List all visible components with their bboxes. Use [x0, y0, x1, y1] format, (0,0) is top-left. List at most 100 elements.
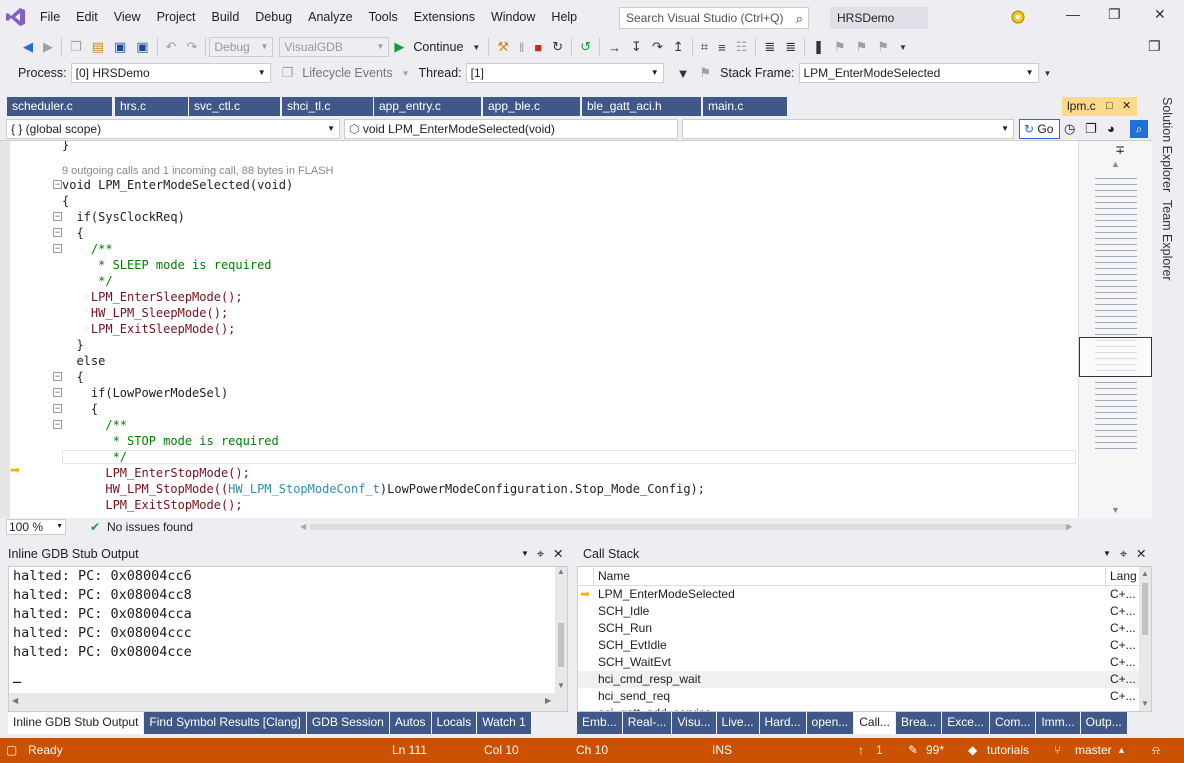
- scroll-right-icon[interactable]: ▶: [545, 696, 551, 705]
- close-icon[interactable]: ✕: [553, 544, 563, 564]
- indent-icon[interactable]: ≣: [759, 39, 780, 55]
- close-window-button[interactable]: ✕: [1154, 6, 1166, 23]
- vertical-scrollbar[interactable]: ▲ ▼: [1139, 567, 1151, 711]
- code-lens[interactable]: 9 outgoing calls and 1 incoming call, 88…: [62, 164, 334, 178]
- horizontal-scrollbar[interactable]: [310, 524, 1070, 530]
- stack-frame-dropdown[interactable]: LPM_EnterModeSelected ▼: [798, 63, 1039, 83]
- minimize-button[interactable]: —: [1066, 6, 1080, 22]
- collapse-outline-icon[interactable]: −: [53, 180, 62, 189]
- table-row[interactable]: SCH_Run C+...: [578, 620, 1151, 637]
- chevron-up-icon[interactable]: ▲: [1117, 738, 1126, 763]
- menu-edit[interactable]: Edit: [68, 0, 106, 34]
- lifecycle-events-button[interactable]: Lifecycle Events: [298, 66, 396, 80]
- chevron-down-icon[interactable]: ▼: [1103, 544, 1111, 564]
- tab-live-watch[interactable]: Live...: [716, 712, 759, 734]
- scroll-up-icon[interactable]: ▲: [1111, 159, 1120, 169]
- open-file-icon[interactable]: ▤: [87, 39, 109, 55]
- repository-icon[interactable]: ◆: [968, 738, 977, 763]
- solution-explorer-tab[interactable]: Solution Explorer: [1160, 97, 1174, 192]
- menu-build[interactable]: Build: [203, 0, 247, 34]
- filter-icon[interactable]: ▼: [672, 66, 695, 81]
- scope-dropdown[interactable]: { } (global scope) ▼: [6, 119, 340, 139]
- tab-embedded-memory[interactable]: Emb...: [577, 712, 622, 734]
- pin-icon[interactable]: ⌖: [1120, 544, 1127, 564]
- config-dropdown[interactable]: Debug ▼: [209, 37, 274, 57]
- restore-button[interactable]: ❐: [1108, 6, 1121, 23]
- lifecycle-events-icon[interactable]: ❐: [277, 65, 299, 81]
- push-arrow-icon[interactable]: ↑: [858, 738, 864, 763]
- back-icon[interactable]: ◀: [18, 39, 38, 55]
- menu-view[interactable]: View: [106, 0, 149, 34]
- menu-file[interactable]: File: [32, 0, 68, 34]
- scroll-down-icon[interactable]: ▼: [1111, 505, 1120, 515]
- line-number[interactable]: Ln 111: [392, 738, 427, 763]
- save-icon[interactable]: ▣: [109, 39, 131, 55]
- break-all-icon[interactable]: ‖: [514, 40, 529, 55]
- outdent-icon[interactable]: ≣: [780, 39, 801, 55]
- tab-immediate-window[interactable]: Imm...: [1036, 712, 1080, 734]
- indicator-margin[interactable]: [0, 141, 10, 518]
- layout-icon[interactable]: ☷: [731, 39, 753, 55]
- issues-status[interactable]: No issues found: [107, 518, 193, 536]
- refresh-icon[interactable]: ↺: [575, 39, 596, 55]
- split-icon[interactable]: ∓: [1115, 143, 1125, 157]
- document-icon[interactable]: ❐: [1085, 121, 1097, 137]
- bookmark-icon[interactable]: ❚: [808, 39, 829, 55]
- chevron-down-icon[interactable]: ▼: [397, 69, 415, 78]
- tab-hrs-c[interactable]: hrs.c: [115, 97, 189, 116]
- menu-extensions[interactable]: Extensions: [406, 0, 483, 34]
- attach-icon[interactable]: ⚒: [492, 39, 514, 55]
- history-icon[interactable]: ◷: [1064, 121, 1075, 137]
- scroll-up-icon[interactable]: ▲: [557, 567, 565, 576]
- new-project-icon[interactable]: ❐: [65, 39, 87, 55]
- tab-exception-settings[interactable]: Exce...: [942, 712, 989, 734]
- hex-display-icon[interactable]: ⌗: [696, 39, 713, 55]
- chevron-down-icon[interactable]: ▼: [521, 544, 529, 564]
- clear-bookmarks-icon[interactable]: ⚑: [872, 39, 894, 55]
- branch-name[interactable]: master: [1075, 738, 1112, 763]
- collapse-outline-icon[interactable]: −: [53, 404, 62, 413]
- go-button[interactable]: ↻ Go: [1019, 119, 1060, 139]
- forward-icon[interactable]: ▶: [38, 39, 58, 55]
- search-input[interactable]: Search Visual Studio (Ctrl+Q) ⌕: [619, 7, 809, 29]
- tab-command-window[interactable]: Com...: [989, 712, 1036, 734]
- repository-name[interactable]: tutorials: [987, 738, 1029, 763]
- tab-scheduler-c[interactable]: scheduler.c: [7, 97, 113, 116]
- tab-hardware-registers[interactable]: Hard...: [759, 712, 806, 734]
- scroll-left-icon[interactable]: ◀: [300, 518, 306, 536]
- char-number[interactable]: Ch 10: [576, 738, 608, 763]
- scroll-left-icon[interactable]: ◀: [12, 696, 18, 705]
- function-dropdown[interactable]: ⬡ void LPM_EnterModeSelected(void): [344, 119, 678, 139]
- toolbar-overflow-icon[interactable]: ▼: [1039, 69, 1057, 78]
- undo-icon[interactable]: ↶: [161, 39, 182, 55]
- member-dropdown[interactable]: ▼: [682, 119, 1014, 139]
- tab-shci-tl-c[interactable]: shci_tl.c: [282, 97, 374, 116]
- horizontal-scrollbar[interactable]: ◀ ▶: [9, 693, 567, 711]
- scroll-down-icon[interactable]: ▼: [557, 681, 565, 690]
- stop-icon[interactable]: ■: [529, 40, 547, 55]
- collapse-outline-icon[interactable]: −: [53, 388, 62, 397]
- gdb-output[interactable]: halted: PC: 0x08004cc6 halted: PC: 0x080…: [8, 566, 568, 712]
- tab-visual-watch[interactable]: Visu...: [672, 712, 716, 734]
- menu-analyze[interactable]: Analyze: [300, 0, 360, 34]
- show-next-statement-icon[interactable]: →: [603, 40, 626, 55]
- tab-svc-ctl-c[interactable]: svc_ctl.c: [189, 97, 281, 116]
- branch-icon[interactable]: ⑂: [1054, 738, 1061, 763]
- zoom-dropdown[interactable]: 100 % ▼: [6, 519, 66, 535]
- tab-main-c[interactable]: main.c: [703, 97, 788, 116]
- step-over-icon[interactable]: ↷: [647, 39, 668, 55]
- scroll-up-icon[interactable]: ▲: [1141, 569, 1149, 578]
- restart-icon[interactable]: ↻: [547, 39, 568, 55]
- pin-icon[interactable]: □: [1106, 97, 1113, 116]
- feedback-icon[interactable]: ❐: [1148, 38, 1161, 55]
- code-editor[interactable]: } 9 outgoing calls and 1 incoming call, …: [0, 141, 1078, 518]
- scrollbar-thumb[interactable]: [1142, 583, 1148, 635]
- thread-icon[interactable]: ≡: [713, 40, 731, 55]
- collapse-outline-icon[interactable]: −: [53, 420, 62, 429]
- scroll-down-icon[interactable]: ▼: [1141, 699, 1149, 708]
- table-row[interactable]: hci_cmd_resp_wait C+...: [578, 671, 1151, 688]
- prev-bookmark-icon[interactable]: ⚑: [829, 39, 851, 55]
- table-row[interactable]: aci_gatt_add_service: [578, 705, 1151, 711]
- save-all-icon[interactable]: ▣: [131, 39, 153, 55]
- insert-mode[interactable]: INS: [712, 738, 732, 763]
